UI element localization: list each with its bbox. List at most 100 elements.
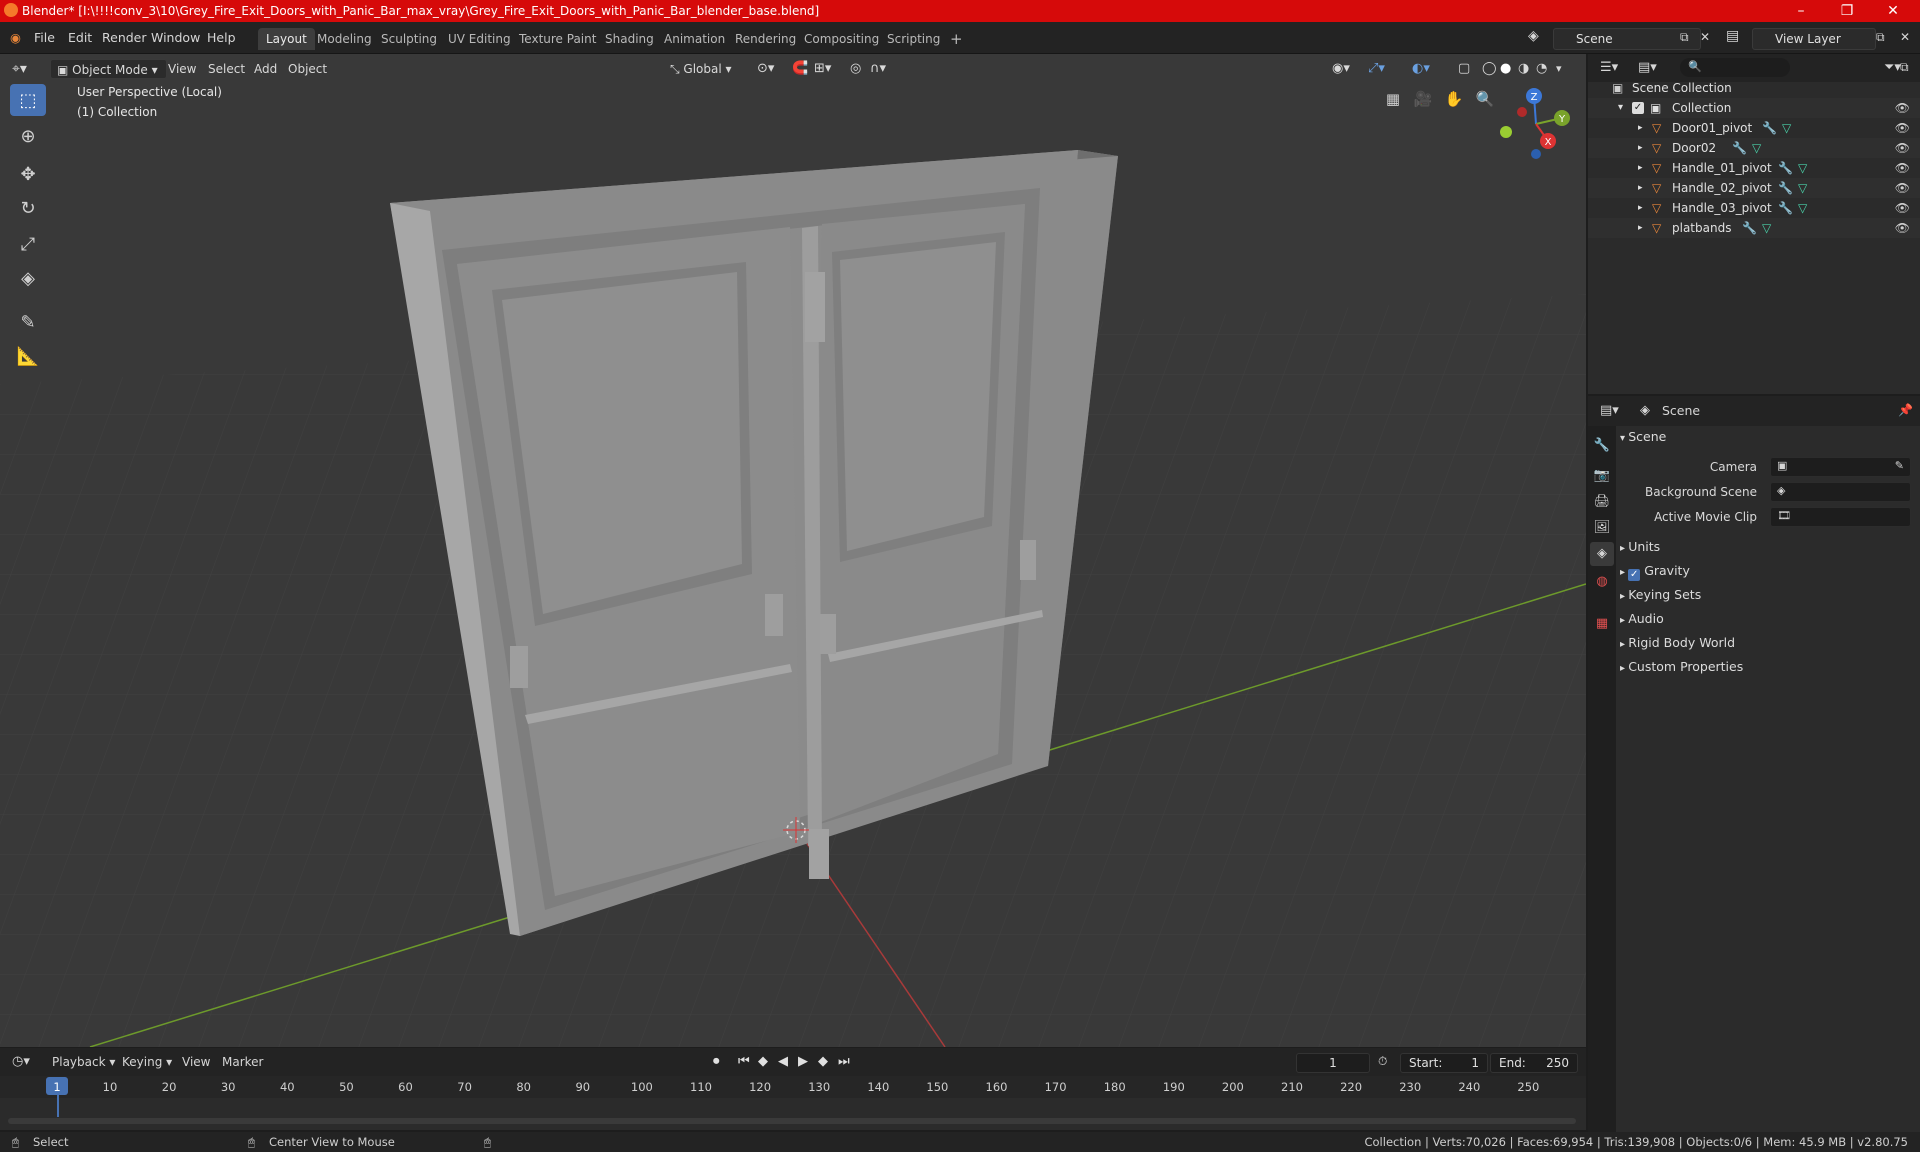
timeline-menu-marker[interactable]: Marker [222, 1055, 263, 1069]
tab-compositing[interactable]: Compositing [796, 28, 887, 50]
collapse-arrow-icon[interactable]: ▾ [1620, 433, 1628, 444]
jump-start-icon[interactable]: ⏮ [738, 1054, 750, 1069]
modifier-wrench-icon[interactable]: 🔧 [1732, 138, 1747, 158]
expand-arrow-icon[interactable]: ▸ [1638, 138, 1643, 158]
keying-sets-panel-header[interactable]: ▸ Keying Sets [1620, 584, 1701, 606]
eye-icon[interactable]: 👁 [1895, 158, 1910, 178]
expand-arrow-icon[interactable]: ▸ [1620, 663, 1628, 674]
mesh-data-icon[interactable]: ▽ [1798, 158, 1807, 178]
mesh-data-icon[interactable]: ▽ [1798, 178, 1807, 198]
expand-arrow-icon[interactable]: ▸ [1620, 567, 1628, 578]
modifier-wrench-icon[interactable]: 🔧 [1778, 158, 1793, 178]
maximize-icon[interactable]: ❐ [1824, 0, 1870, 22]
snap-icon[interactable]: 🧲 [792, 59, 808, 79]
outliner-row-handle-03-pivot[interactable]: ▸ ▽ Handle_03_pivot 🔧 ▽ 👁 [1588, 198, 1920, 218]
navigation-gizmo[interactable]: Z Y X [1496, 84, 1576, 164]
background-scene-field[interactable]: ◈ [1770, 482, 1911, 502]
expand-arrow-icon[interactable]: ▸ [1638, 158, 1643, 178]
expand-arrow-icon[interactable]: ▾ [1618, 98, 1623, 118]
proportional-edit-icon[interactable]: ◎ [850, 59, 861, 79]
display-mode-icon[interactable]: ▤▾ [1638, 60, 1657, 75]
expand-arrow-icon[interactable]: ▸ [1620, 639, 1628, 650]
texture-tab-icon[interactable]: ▦ [1590, 612, 1614, 636]
output-tab-icon[interactable]: 🖨 [1590, 490, 1614, 514]
timeline-menu-view[interactable]: View [182, 1055, 210, 1069]
pivot-point-icon[interactable]: ⊙▾ [757, 59, 774, 79]
measure-tool-icon[interactable]: 📐 [10, 340, 46, 372]
camera-view-icon[interactable]: 🎥 [1410, 86, 1436, 112]
modifier-wrench-icon[interactable]: 🔧 [1778, 178, 1793, 198]
audio-panel-header[interactable]: ▸ Audio [1620, 608, 1664, 630]
mesh-data-icon[interactable]: ▽ [1798, 198, 1807, 218]
overlay-toggle-icon[interactable]: ◐▾ [1412, 59, 1430, 79]
toggle-grid-icon[interactable]: ▦ [1380, 86, 1406, 112]
custom-properties-panel-header[interactable]: ▸ Custom Properties [1620, 656, 1743, 678]
eye-icon[interactable]: 👁 [1895, 218, 1910, 238]
outliner-row-scene-collection[interactable]: ▣ Scene Collection [1588, 78, 1920, 98]
camera-field[interactable]: ▣ ✎ [1770, 457, 1911, 477]
rigid-body-world-panel-header[interactable]: ▸ Rigid Body World [1620, 632, 1735, 654]
record-icon[interactable]: ⏺ [713, 1054, 720, 1069]
active-movie-clip-field[interactable]: 🎞 [1770, 507, 1911, 527]
scene-field[interactable]: Scene [1553, 28, 1701, 50]
view-layer-icon[interactable]: ▤ [1726, 28, 1739, 44]
wireframe-shading-icon[interactable]: ◯ [1482, 59, 1497, 79]
eye-icon[interactable]: 👁 [1895, 178, 1910, 198]
add-workspace-icon[interactable]: + [942, 28, 971, 50]
timeline-menu-keying[interactable]: Keying ▾ [122, 1055, 172, 1069]
preview-range-icon[interactable]: ⏱ [1378, 1054, 1387, 1069]
eye-icon[interactable]: 👁 [1895, 138, 1910, 158]
editor-type-icon[interactable]: ⌖▾ [12, 59, 27, 79]
new-view-layer-icon[interactable]: ⧉ [1876, 30, 1885, 45]
gizmo-toggle-icon[interactable]: ⤢▾ [1368, 59, 1385, 79]
snap-target-icon[interactable]: ⊞▾ [814, 59, 831, 79]
tab-rendering[interactable]: Rendering [727, 28, 804, 50]
outliner-row-handle-02-pivot[interactable]: ▸ ▽ Handle_02_pivot 🔧 ▽ 👁 [1588, 178, 1920, 198]
scene-selector-icon[interactable]: ◈ [1528, 28, 1539, 44]
modifier-wrench-icon[interactable]: 🔧 [1742, 218, 1757, 238]
tab-layout[interactable]: Layout [258, 28, 315, 50]
timeline-scrollbar[interactable] [8, 1118, 1576, 1124]
zoom-view-icon[interactable]: 🔍 [1472, 86, 1498, 112]
minimize-icon[interactable]: – [1778, 0, 1824, 22]
material-shading-icon[interactable]: ◑ [1518, 59, 1529, 79]
falloff-icon[interactable]: ∩▾ [870, 59, 886, 79]
expand-arrow-icon[interactable]: ▸ [1638, 178, 1643, 198]
remove-scene-icon[interactable]: ✕ [1700, 30, 1710, 44]
menu-file[interactable]: File [34, 30, 55, 45]
tool-tab-icon[interactable]: 🔧 [1590, 434, 1614, 458]
tab-scripting[interactable]: Scripting [879, 28, 948, 50]
solid-shading-icon[interactable]: ● [1500, 59, 1511, 79]
eye-icon[interactable]: 👁 [1895, 98, 1910, 118]
menu-help[interactable]: Help [207, 30, 236, 45]
move-tool-icon[interactable]: ✥ [10, 158, 46, 190]
scale-tool-icon[interactable]: ⤢ [10, 228, 46, 260]
expand-arrow-icon[interactable]: ▸ [1620, 591, 1628, 602]
prev-keyframe-icon[interactable]: ◆ [758, 1054, 768, 1069]
tab-animation[interactable]: Animation [656, 28, 733, 50]
gravity-panel-header[interactable]: ▸ ✓ Gravity [1620, 560, 1690, 582]
expand-arrow-icon[interactable]: ▸ [1620, 615, 1628, 626]
end-frame-field[interactable]: End: 250 [1490, 1053, 1578, 1073]
visibility-icon[interactable]: ◉▾ [1332, 59, 1350, 79]
menu-render[interactable]: Render [102, 30, 147, 45]
properties-editor-icon[interactable]: ▤▾ [1600, 403, 1619, 418]
gravity-checkbox[interactable]: ✓ [1628, 569, 1641, 581]
expand-arrow-icon[interactable]: ▸ [1638, 218, 1643, 238]
transform-orientation-dropdown[interactable]: ⤡ Global ▾ [670, 59, 732, 79]
outliner-row-handle-01-pivot[interactable]: ▸ ▽ Handle_01_pivot 🔧 ▽ 👁 [1588, 158, 1920, 178]
tab-modeling[interactable]: Modeling [309, 28, 380, 50]
outliner-row-door01-pivot[interactable]: ▸ ▽ Door01_pivot 🔧 ▽ 👁 [1588, 118, 1920, 138]
eye-icon[interactable]: 👁 [1895, 118, 1910, 138]
tab-sculpting[interactable]: Sculpting [373, 28, 445, 50]
select-box-tool-icon[interactable]: ⬚ [10, 84, 46, 116]
annotate-tool-icon[interactable]: ✎ [10, 306, 46, 338]
play-icon[interactable]: ▶ [798, 1054, 808, 1069]
new-scene-icon[interactable]: ⧉ [1680, 30, 1689, 45]
next-keyframe-icon[interactable]: ◆ [818, 1054, 828, 1069]
cursor-tool-icon[interactable]: ⊕ [10, 120, 46, 152]
tab-shading[interactable]: Shading [597, 28, 662, 50]
mode-dropdown[interactable]: ▣ Object Mode ▾ [50, 59, 167, 79]
view-layer-field[interactable]: View Layer [1752, 28, 1876, 50]
tab-uv-editing[interactable]: UV Editing [440, 28, 519, 50]
